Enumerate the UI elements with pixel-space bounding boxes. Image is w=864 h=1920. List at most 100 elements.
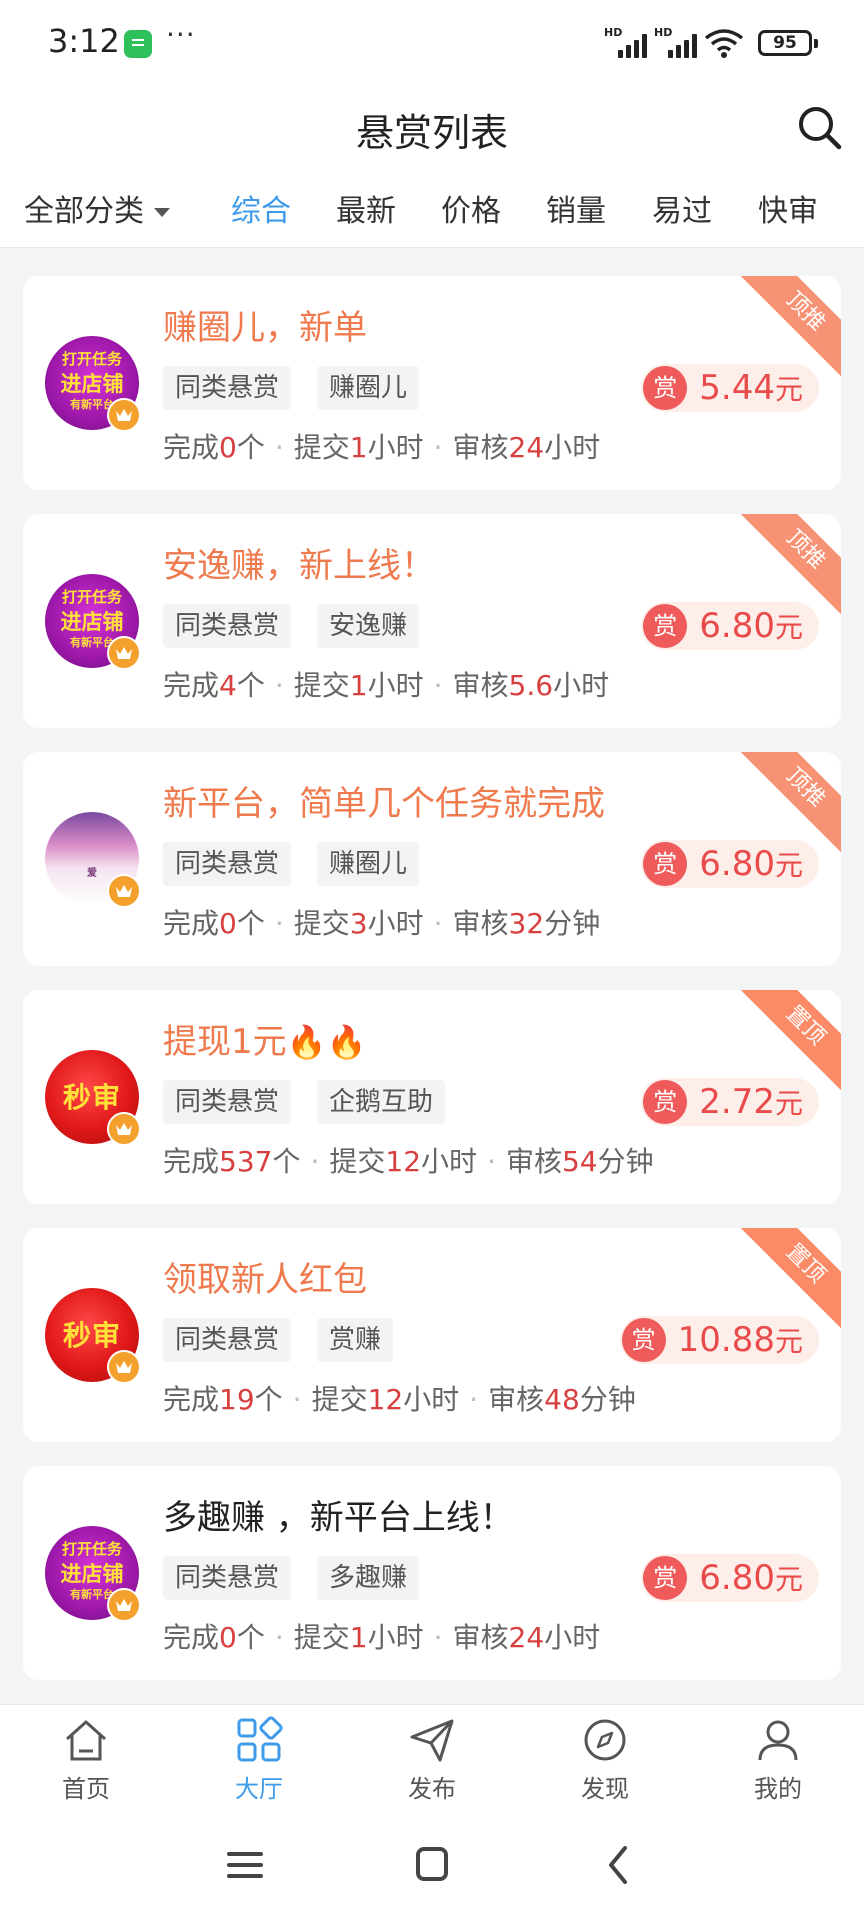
- back-icon[interactable]: [589, 1840, 649, 1890]
- reward-icon: 赏: [643, 604, 688, 648]
- nav-publish[interactable]: 发布: [372, 1715, 492, 1804]
- signal-icon: HD: [654, 26, 704, 58]
- status-time: 3:12: [48, 22, 120, 60]
- sort-tab-price[interactable]: 价格: [441, 186, 501, 230]
- platform-tag: 赚圈儿: [317, 842, 420, 886]
- signal-hd-label: HD: [604, 26, 623, 39]
- reward-icon: 赏: [643, 1080, 688, 1124]
- reward-badge: 赏 6.80元: [641, 602, 819, 650]
- nav-home[interactable]: 首页: [26, 1715, 146, 1804]
- home-icon: [65, 1720, 107, 1761]
- platform-tag: 企鹅互助: [317, 1080, 446, 1124]
- submit-time: 3: [349, 907, 368, 940]
- submit-time: 12: [385, 1145, 422, 1178]
- reward-amount: 2.72: [699, 1082, 775, 1122]
- signal-icon: HD: [604, 26, 654, 58]
- menu-icon[interactable]: [215, 1840, 275, 1890]
- sort-tab-comprehensive[interactable]: 综合: [231, 186, 291, 230]
- review-time: 54: [561, 1145, 598, 1178]
- category-dropdown[interactable]: 全部分类: [24, 186, 170, 230]
- review-time: 48: [544, 1383, 580, 1416]
- user-icon: [758, 1720, 798, 1761]
- done-count: 537: [219, 1145, 273, 1178]
- similar-bounty-tag[interactable]: 同类悬赏: [163, 842, 292, 886]
- chevron-down-icon: [154, 208, 170, 217]
- home-square-icon[interactable]: [402, 1840, 462, 1890]
- system-nav-bar: [0, 1810, 864, 1920]
- platform-tag: 赚圈儿: [317, 366, 420, 410]
- signal-hd-label: HD: [654, 26, 673, 39]
- task-card[interactable]: 打开任务 进店铺 有新平台 安逸赚，新上线！ 同类悬赏 安逸赚 赏 6.80元 完…: [23, 514, 841, 728]
- page-title: 悬赏列表: [355, 111, 508, 155]
- nav-label: 发现: [581, 1775, 629, 1803]
- submit-time: 1: [349, 431, 368, 464]
- nav-label: 发布: [408, 1775, 456, 1803]
- sort-tab-easy[interactable]: 易过: [652, 186, 712, 230]
- task-stats: 完成4个 · 提交1小时 · 审核5.6小时: [163, 669, 610, 702]
- review-time: 32: [508, 907, 545, 940]
- crown-icon: [107, 1350, 141, 1384]
- task-stats: 完成0个 · 提交1小时 · 审核24小时: [163, 431, 601, 464]
- reward-amount: 6.80: [699, 1558, 775, 1598]
- sort-tab-fast-review[interactable]: 快审: [758, 186, 818, 230]
- nav-profile[interactable]: 我的: [718, 1715, 838, 1804]
- app-header: 悬赏列表: [0, 88, 864, 180]
- fire-icon: 🔥🔥: [286, 1023, 367, 1061]
- reward-badge: 赏 6.80元: [641, 840, 819, 888]
- status-bar: 3:12 ··· HD HD 95: [0, 0, 864, 88]
- done-count: 0: [219, 1621, 237, 1654]
- task-card[interactable]: 爱 新平台，简单几个任务就完成 同类悬赏 赚圈儿 赏 6.80元 完成0个 · 提交3…: [23, 752, 841, 966]
- nav-label: 大厅: [235, 1775, 283, 1803]
- filter-bar: 全部分类 综合 最新 价格 销量 易过 快审: [0, 180, 864, 248]
- reward-badge: 赏 10.88元: [619, 1316, 819, 1364]
- reward-icon: 赏: [643, 842, 688, 886]
- review-time: 5.6: [508, 669, 554, 702]
- similar-bounty-tag[interactable]: 同类悬赏: [163, 366, 292, 410]
- reward-badge: 赏 6.80元: [641, 1554, 819, 1602]
- reward-icon: 赏: [621, 1318, 666, 1362]
- send-icon: [410, 1719, 454, 1762]
- task-card[interactable]: 打开任务 进店铺 有新平台 赚圈儿，新单 同类悬赏 赚圈儿 赏 5.44元 完成0…: [23, 276, 841, 490]
- submit-time: 12: [367, 1383, 404, 1416]
- task-stats: 完成537个 · 提交12小时 · 审核54分钟: [163, 1145, 654, 1178]
- task-card[interactable]: 打开任务 进店铺 有新平台 多趣赚 ，新平台上线！ 同类悬赏 多趣赚 赏 6.80…: [23, 1466, 841, 1680]
- nav-hall[interactable]: 大厅: [199, 1715, 319, 1804]
- similar-bounty-tag[interactable]: 同类悬赏: [163, 604, 292, 648]
- grid-icon: [237, 1716, 283, 1762]
- done-count: 0: [219, 907, 237, 940]
- nav-discover[interactable]: 发现: [545, 1715, 665, 1804]
- task-title: 安逸赚，新上线！: [163, 546, 435, 586]
- crown-icon: [107, 636, 141, 670]
- platform-tag: 安逸赚: [317, 604, 420, 648]
- category-label: 全部分类: [24, 194, 144, 229]
- reward-amount: 6.80: [699, 606, 775, 646]
- reward-icon: 赏: [643, 1556, 688, 1600]
- crown-icon: [107, 1112, 141, 1146]
- submit-time: 1: [349, 669, 368, 702]
- reward-amount: 10.88: [677, 1320, 775, 1360]
- reward-badge: 赏 2.72元: [641, 1078, 819, 1126]
- task-stats: 完成0个 · 提交1小时 · 审核24小时: [163, 1621, 601, 1654]
- task-card[interactable]: 秒审 领取新人红包 同类悬赏 赏赚 赏 10.88元 完成19个 · 提交12小时 · 审…: [23, 1228, 841, 1442]
- crown-icon: [107, 398, 141, 432]
- sort-tab-sales[interactable]: 销量: [546, 186, 606, 230]
- wifi-icon: [704, 29, 744, 58]
- done-count: 19: [219, 1383, 255, 1416]
- task-title: 新平台，简单几个任务就完成: [163, 784, 605, 824]
- app-notification-icon: [124, 30, 152, 58]
- review-time: 24: [508, 431, 545, 464]
- search-icon[interactable]: [796, 104, 844, 152]
- task-card[interactable]: 秒审 提现1元🔥🔥 同类悬赏 企鹅互助 赏 2.72元 完成537个 · 提交12小时…: [23, 990, 841, 1204]
- similar-bounty-tag[interactable]: 同类悬赏: [163, 1556, 292, 1600]
- similar-bounty-tag[interactable]: 同类悬赏: [163, 1318, 292, 1362]
- more-notifications-icon: ···: [166, 18, 196, 51]
- done-count: 0: [219, 431, 237, 464]
- submit-time: 1: [349, 1621, 368, 1654]
- task-stats: 完成19个 · 提交12小时 · 审核48分钟: [163, 1383, 636, 1416]
- nav-label: 首页: [62, 1775, 110, 1803]
- similar-bounty-tag[interactable]: 同类悬赏: [163, 1080, 292, 1124]
- reward-icon: 赏: [643, 366, 688, 410]
- sort-tab-latest[interactable]: 最新: [336, 186, 396, 230]
- crown-icon: [107, 874, 141, 908]
- crown-icon: [107, 1588, 141, 1622]
